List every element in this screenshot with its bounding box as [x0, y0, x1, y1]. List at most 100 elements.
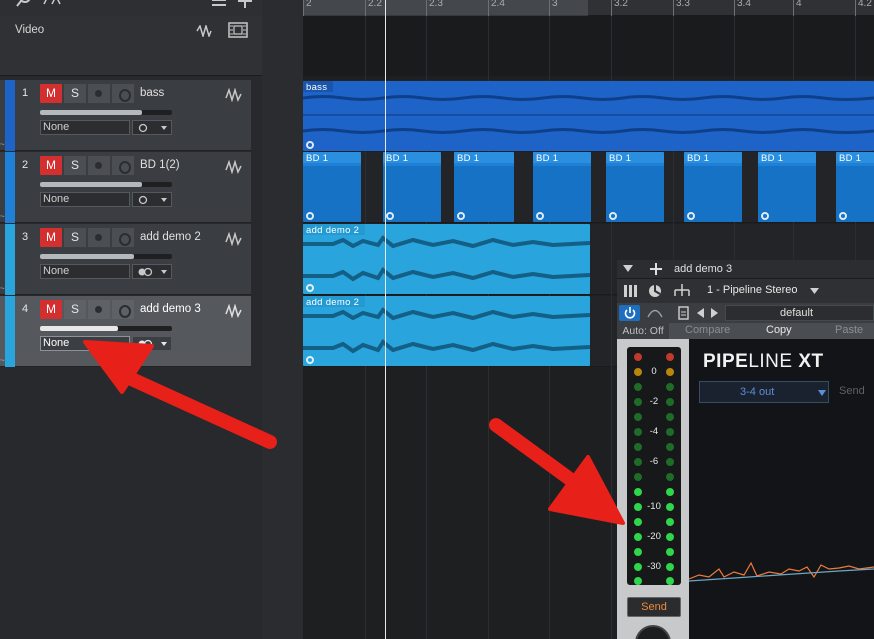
expand-icon[interactable]: ~ [0, 284, 6, 294]
clip-settings-icon[interactable] [306, 356, 314, 364]
mute-button[interactable]: M [40, 84, 62, 103]
monitor-button[interactable] [112, 156, 134, 175]
routing-icon[interactable] [673, 284, 691, 298]
clip-settings-icon[interactable] [306, 212, 314, 220]
waveform-icon[interactable] [225, 304, 243, 318]
search-icon[interactable] [16, 0, 32, 8]
mute-button[interactable]: M [40, 300, 62, 319]
output-select[interactable]: 3-4 out [699, 381, 829, 403]
clip-settings-icon[interactable] [386, 212, 394, 220]
record-arm-button[interactable] [88, 84, 110, 103]
send-button[interactable]: Send [627, 597, 681, 617]
volume-slider[interactable] [40, 110, 172, 115]
plugin-title-bar[interactable]: add demo 3 [617, 260, 874, 279]
clip-settings-icon[interactable] [306, 284, 314, 292]
track-header-1[interactable]: 1 M S bass None ~ [0, 80, 251, 151]
automation-icon[interactable] [42, 0, 64, 8]
track-name[interactable]: BD 1(2) [140, 159, 220, 171]
waveform-icon[interactable] [225, 232, 243, 246]
mixer-icon[interactable] [624, 285, 638, 297]
volume-slider[interactable] [40, 182, 172, 187]
track-header-2[interactable]: 2 M S BD 1(2) None ~ [0, 152, 251, 223]
record-arm-button[interactable] [88, 300, 110, 319]
meter-led-active [634, 518, 642, 526]
monitor-button[interactable] [112, 84, 134, 103]
audio-clip-bd[interactable]: BD 1 [303, 152, 361, 222]
plugin-name-select[interactable]: 1 - Pipeline Stereo [707, 284, 798, 296]
monitor-button[interactable] [112, 300, 134, 319]
waveform-icon[interactable] [225, 160, 243, 174]
copy-button[interactable]: Copy [766, 324, 792, 336]
audio-clip-add-demo-3[interactable]: add demo 2 [303, 296, 590, 366]
monitor-mode-select[interactable] [132, 264, 172, 279]
compare-button[interactable]: Compare [685, 324, 730, 336]
volume-slider[interactable] [40, 326, 172, 331]
plugin-logo-icon[interactable] [648, 284, 662, 298]
audio-clip-bd[interactable]: BD 1 [606, 152, 664, 222]
expand-icon[interactable]: ~ [0, 356, 6, 366]
input-select[interactable]: None [40, 120, 130, 135]
input-select[interactable]: None [40, 192, 130, 207]
solo-button[interactable]: S [64, 84, 86, 103]
volume-slider[interactable] [40, 254, 172, 259]
clip-settings-icon[interactable] [839, 212, 847, 220]
film-icon[interactable] [228, 22, 248, 38]
add-track-icon[interactable] [236, 0, 254, 8]
preset-select[interactable]: default [725, 305, 874, 321]
waveform-icon[interactable] [196, 25, 212, 37]
solo-button[interactable]: S [64, 228, 86, 247]
record-arm-button[interactable] [88, 228, 110, 247]
audio-clip-bd[interactable]: BD 1 [454, 152, 514, 222]
chevron-down-icon[interactable] [810, 288, 819, 294]
expand-icon[interactable]: ~ [0, 212, 6, 222]
next-preset-icon[interactable] [711, 308, 719, 318]
track-name[interactable]: add demo 2 [140, 231, 220, 243]
track-name[interactable]: add demo 3 [140, 303, 220, 315]
audio-clip-bd[interactable]: BD 1 [383, 152, 441, 222]
video-track-header[interactable]: Video [0, 16, 262, 76]
monitor-mode-select[interactable] [132, 192, 172, 207]
audio-clip-bd[interactable]: BD 1 [684, 152, 742, 222]
playhead-cursor[interactable] [385, 0, 386, 639]
expand-icon[interactable]: ~ [0, 140, 6, 150]
power-button[interactable] [619, 305, 640, 321]
track-name[interactable]: bass [140, 87, 220, 99]
clip-settings-icon[interactable] [609, 212, 617, 220]
collapse-icon[interactable] [623, 265, 633, 273]
meter-led [634, 413, 642, 421]
clip-settings-icon[interactable] [306, 141, 314, 149]
automation-icon[interactable] [647, 308, 663, 318]
solo-button[interactable]: S [64, 300, 86, 319]
input-select[interactable]: None [40, 264, 130, 279]
annotation-arrow [489, 418, 625, 525]
auto-off-button[interactable]: Auto: Off [617, 323, 669, 339]
clip-settings-icon[interactable] [761, 212, 769, 220]
waveform-icon[interactable] [225, 88, 243, 102]
list-icon[interactable] [210, 0, 228, 8]
audio-clip-bass[interactable]: bass [303, 81, 874, 151]
track-header-4[interactable]: 4 M S add demo 3 None ~ [0, 296, 251, 367]
solo-button[interactable]: S [64, 156, 86, 175]
audio-clip-bd[interactable]: BD 1 [836, 152, 874, 222]
monitor-mode-select[interactable] [132, 336, 172, 351]
record-arm-button[interactable] [88, 156, 110, 175]
monitor-button[interactable] [112, 228, 134, 247]
paste-button[interactable]: Paste [835, 324, 863, 336]
add-icon[interactable] [650, 263, 662, 275]
clip-settings-icon[interactable] [536, 212, 544, 220]
track-number: 2 [22, 159, 29, 171]
mute-button[interactable]: M [40, 228, 62, 247]
clip-settings-icon[interactable] [457, 212, 465, 220]
clip-settings-icon[interactable] [687, 212, 695, 220]
audio-clip-add-demo-2[interactable]: add demo 2 [303, 224, 590, 294]
send-level-knob[interactable] [635, 625, 671, 639]
monitor-mode-select[interactable] [132, 120, 172, 135]
track-header-3[interactable]: 3 M S add demo 2 None ~ [0, 224, 251, 295]
input-select[interactable]: None [40, 336, 130, 351]
audio-clip-bd[interactable]: BD 1 [758, 152, 816, 222]
mute-button[interactable]: M [40, 156, 62, 175]
meter-label: -10 [647, 501, 661, 512]
document-icon[interactable] [678, 306, 690, 320]
audio-clip-bd[interactable]: BD 1 [533, 152, 591, 222]
prev-preset-icon[interactable] [697, 308, 705, 318]
